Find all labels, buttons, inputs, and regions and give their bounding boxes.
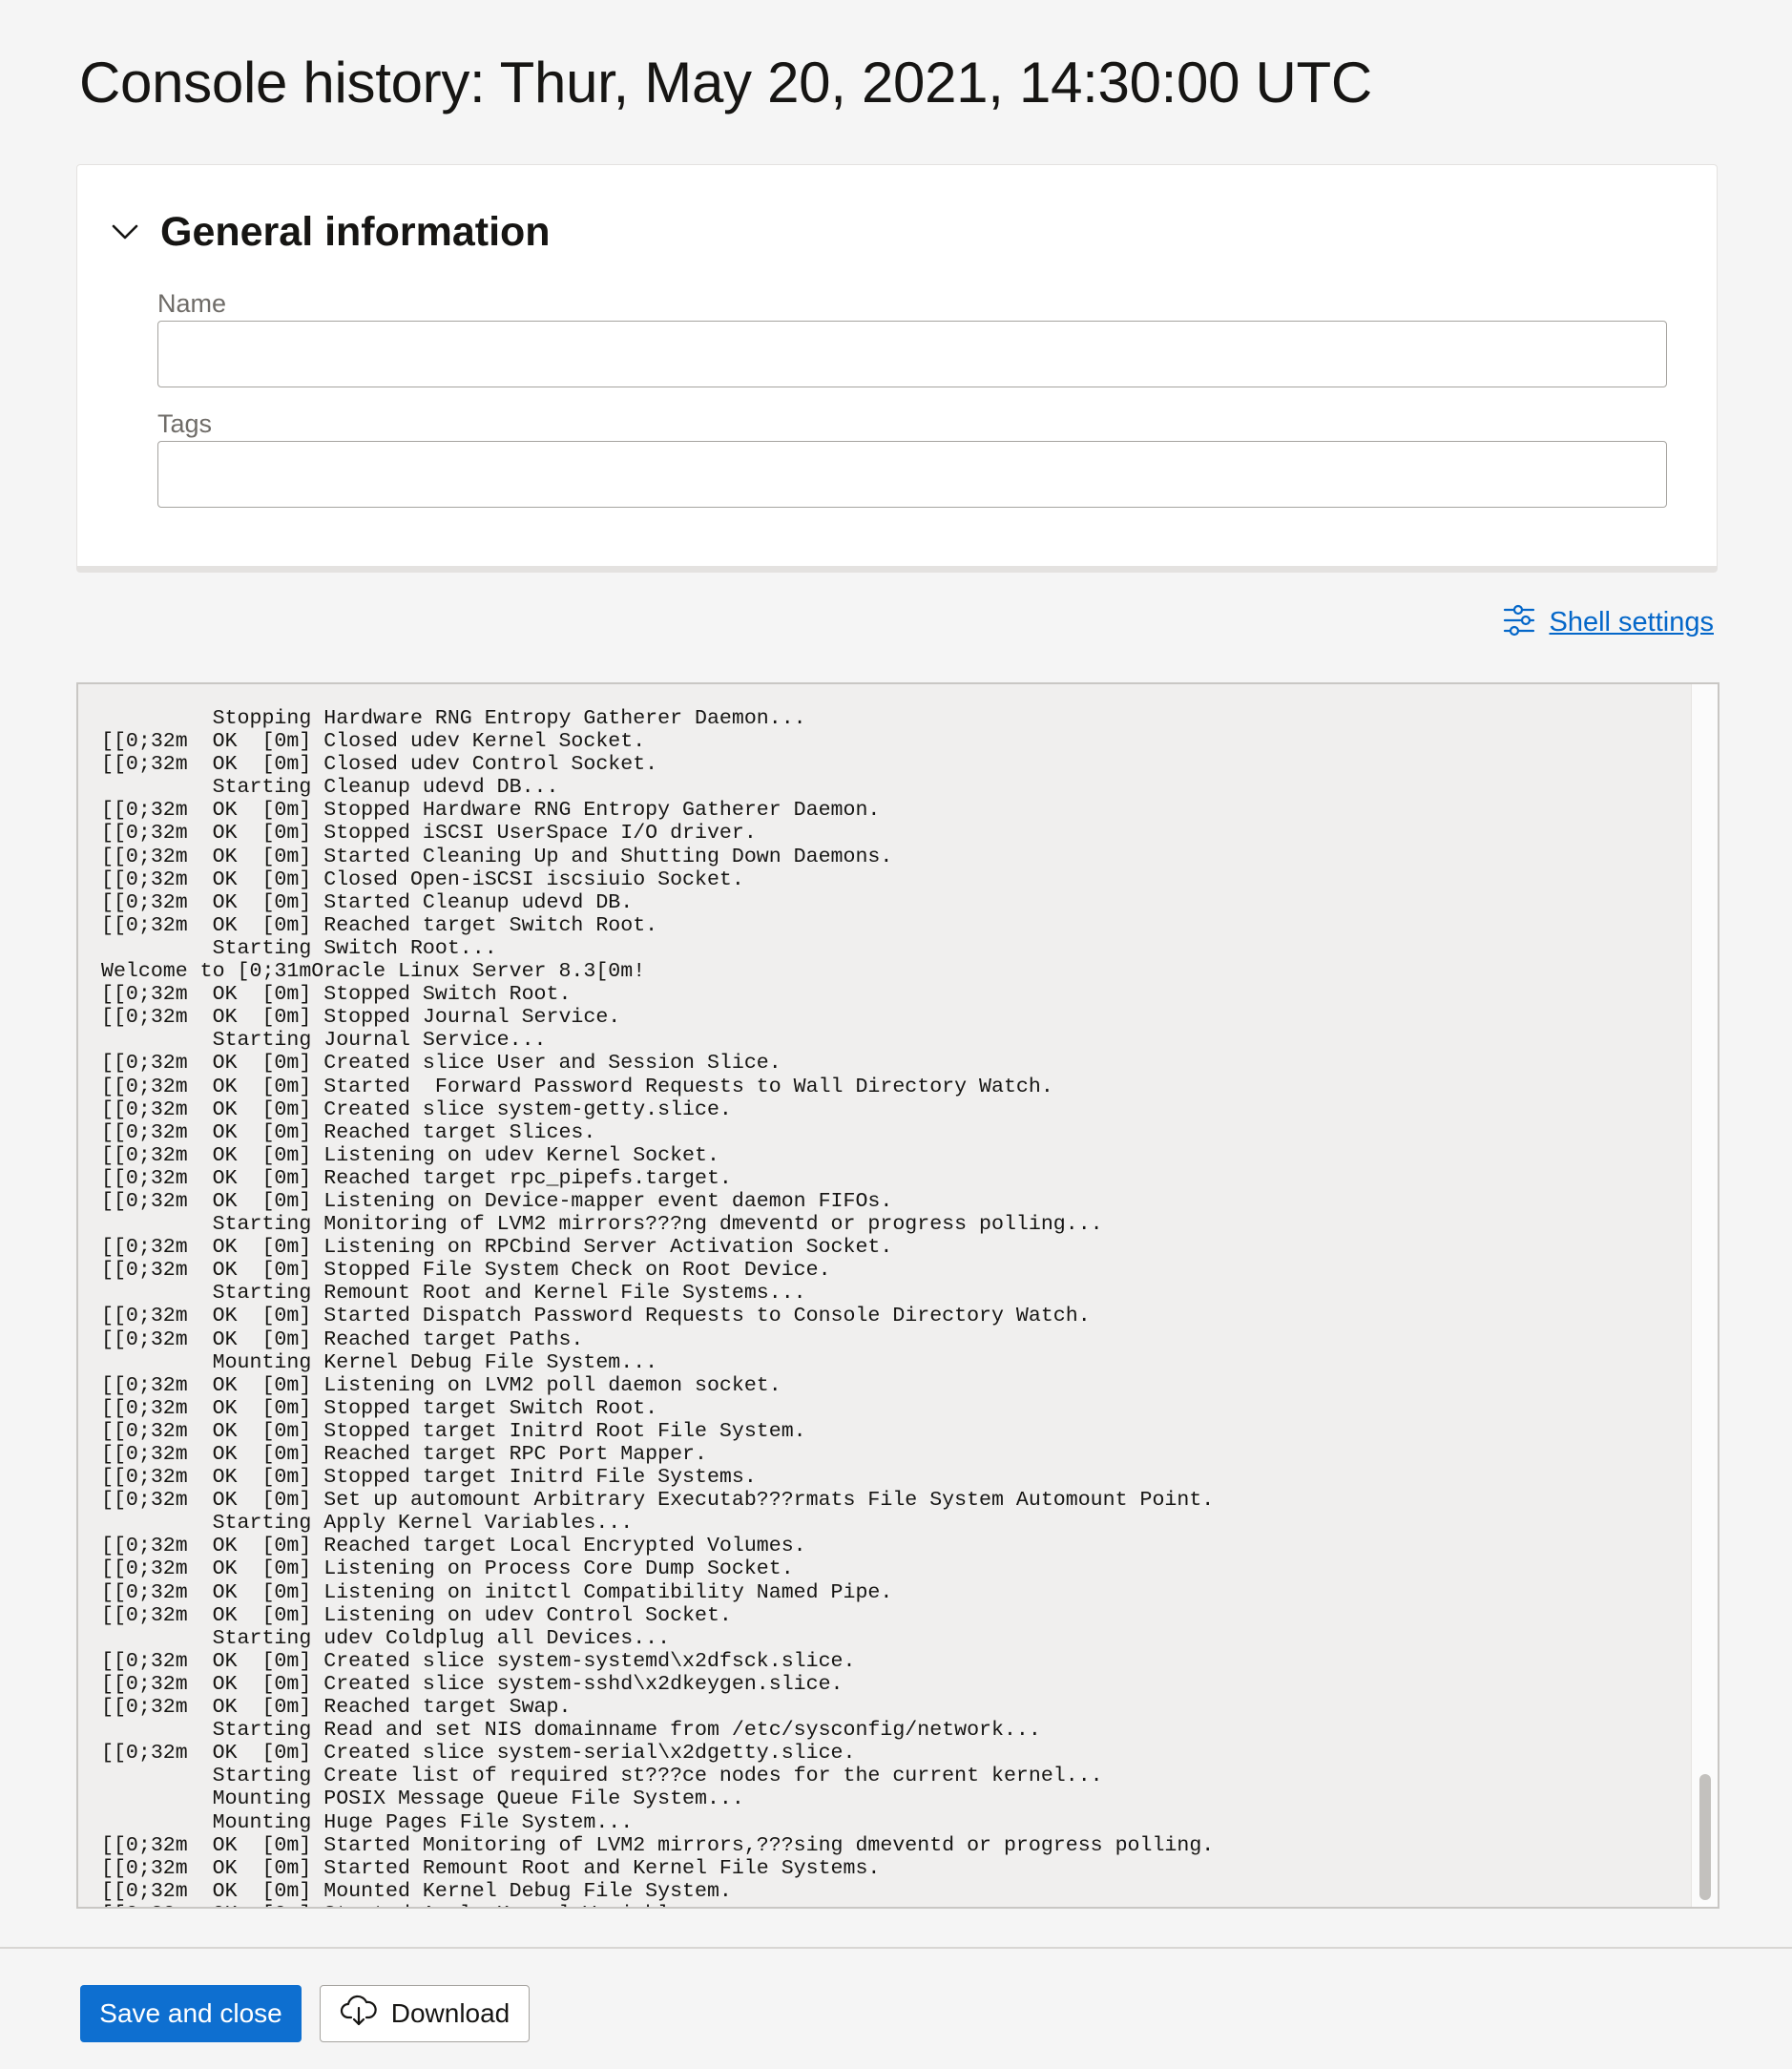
- console-line: [[0;32m OK [0m] Reached target Slices.: [101, 1120, 596, 1144]
- console-line: [[0;32m OK [0m] Created slice system-sys…: [101, 1649, 856, 1673]
- console-line: [[0;32m OK [0m] Stopped Journal Service.: [101, 1006, 621, 1030]
- console-line: [[0;32m OK [0m] Listening on udev Kernel…: [101, 1143, 719, 1167]
- console-line: [[0;32m OK [0m] Stopped Switch Root.: [101, 983, 572, 1007]
- console-line: [[0;32m OK [0m] Created slice system-ssh…: [101, 1672, 844, 1696]
- console-line: [[0;32m OK [0m] Listening on Process Cor…: [101, 1557, 794, 1581]
- shell-settings-link[interactable]: Shell settings: [1502, 603, 1715, 642]
- console-scrollbar-thumb[interactable]: [1699, 1774, 1711, 1900]
- console-line: [[0;32m OK [0m] Created slice system-get…: [101, 1097, 732, 1121]
- console-line: [[0;32m OK [0m] Started Remount Root and…: [101, 1856, 881, 1880]
- shell-settings-label[interactable]: Shell settings: [1550, 607, 1715, 638]
- footer-bar: Save and close Download: [0, 1947, 1792, 2069]
- console-line: [[0;32m OK [0m] Stopped target Initrd Ro…: [101, 1419, 806, 1443]
- tags-input[interactable]: [157, 441, 1667, 508]
- tags-label: Tags: [157, 409, 213, 438]
- page-title: Console history: Thur, May 20, 2021, 14:…: [79, 51, 1372, 115]
- name-input[interactable]: [157, 321, 1667, 387]
- download-label: Download: [390, 1998, 511, 2028]
- console-line: Starting Journal Service...: [101, 1029, 547, 1053]
- general-information-header[interactable]: General information: [109, 203, 551, 261]
- console-line: [[0;32m OK [0m] Reached target Switch Ro…: [101, 913, 658, 937]
- console-line: [[0;32m OK [0m] Mounted Kernel Debug Fil…: [101, 1879, 732, 1903]
- console-line: Mounting Huge Pages File System...: [101, 1810, 634, 1834]
- console-line: [[0;32m OK [0m] Closed Open-iSCSI iscsiu…: [101, 867, 744, 891]
- console-line: [[0;32m OK [0m] Started Forward Password…: [101, 1075, 1053, 1098]
- console-line: Starting Remount Root and Kernel File Sy…: [101, 1282, 806, 1306]
- console-line: Starting Create list of required st???ce…: [101, 1765, 1103, 1788]
- console-line: [[0;32m OK [0m] Started Monitoring of LV…: [101, 1833, 1215, 1857]
- console-line: [[0;32m OK [0m] Closed udev Control Sock…: [101, 753, 658, 777]
- console-line: [[0;32m OK [0m] Stopped Hardware RNG Ent…: [101, 799, 881, 823]
- cloud-download-icon: [340, 1995, 378, 2034]
- console-line: [[0;32m OK [0m] Stopped target Switch Ro…: [101, 1396, 658, 1420]
- console-line: Starting Cleanup udevd DB...: [101, 776, 559, 800]
- console-log: Stopping Hardware RNG Entropy Gatherer D…: [101, 707, 1679, 1907]
- console-line: Mounting POSIX Message Queue File System…: [101, 1787, 744, 1811]
- console-line: [[0;32m OK [0m] Reached target Swap.: [101, 1696, 572, 1720]
- console-line: Stopping Hardware RNG Entropy Gatherer D…: [101, 707, 806, 730]
- download-button[interactable]: Download: [320, 1985, 530, 2042]
- console-line: [[0;32m OK [0m] Started Apply Kernel Var…: [101, 1903, 1679, 1907]
- console-line: [[0;32m OK [0m] Reached target Paths.: [101, 1327, 584, 1351]
- console-line: [[0;32m OK [0m] Set up automount Arbitra…: [101, 1489, 1215, 1513]
- console-line: [[0;32m OK [0m] Reached target rpc_pipef…: [101, 1166, 732, 1190]
- console-line: [[0;32m OK [0m] Listening on initctl Com…: [101, 1580, 893, 1604]
- console-line: Starting udev Coldplug all Devices...: [101, 1626, 671, 1650]
- save-and-close-button[interactable]: Save and close: [80, 1985, 302, 2042]
- section-title: General information: [160, 208, 551, 255]
- general-information-panel: General information Name Tags: [76, 164, 1718, 573]
- console-line: Starting Apply Kernel Variables...: [101, 1512, 634, 1536]
- console-line: [[0;32m OK [0m] Listening on RPCbind Ser…: [101, 1236, 893, 1260]
- console-line: Mounting Kernel Debug File System...: [101, 1350, 658, 1374]
- console-line: [[0;32m OK [0m] Listening on LVM2 poll d…: [101, 1373, 781, 1397]
- console-line: Starting Switch Root...: [101, 936, 497, 960]
- sliders-icon: [1502, 603, 1536, 642]
- console-line: [[0;32m OK [0m] Started Cleanup udevd DB…: [101, 890, 634, 914]
- console-output[interactable]: Stopping Hardware RNG Entropy Gatherer D…: [76, 682, 1719, 1909]
- console-scrollbar[interactable]: [1691, 684, 1718, 1907]
- console-line: [[0;32m OK [0m] Started Dispatch Passwor…: [101, 1305, 1091, 1328]
- console-line: [[0;32m OK [0m] Stopped target Initrd Fi…: [101, 1466, 757, 1490]
- console-line: [[0;32m OK [0m] Listening on Device-mapp…: [101, 1189, 893, 1213]
- console-line: [[0;32m OK [0m] Stopped File System Chec…: [101, 1259, 831, 1283]
- console-line: Starting Read and set NIS domainname fro…: [101, 1719, 1041, 1743]
- console-line: [[0;32m OK [0m] Closed udev Kernel Socke…: [101, 730, 646, 754]
- chevron-down-icon[interactable]: [109, 216, 141, 248]
- console-line: Welcome to [0;31mOracle Linux Server 8.3…: [101, 960, 646, 984]
- console-line: [[0;32m OK [0m] Listening on udev Contro…: [101, 1603, 732, 1627]
- console-line: Starting Monitoring of LVM2 mirrors???ng…: [101, 1213, 1103, 1237]
- name-label: Name: [157, 289, 227, 318]
- console-line: [[0;32m OK [0m] Reached target RPC Port …: [101, 1443, 707, 1466]
- console-line: [[0;32m OK [0m] Stopped iSCSI UserSpace …: [101, 822, 757, 846]
- console-line: [[0;32m OK [0m] Started Cleaning Up and …: [101, 845, 893, 868]
- console-line: [[0;32m OK [0m] Created slice system-ser…: [101, 1742, 856, 1766]
- console-line: [[0;32m OK [0m] Reached target Local Enc…: [101, 1535, 806, 1558]
- console-line: [[0;32m OK [0m] Created slice User and S…: [101, 1052, 781, 1076]
